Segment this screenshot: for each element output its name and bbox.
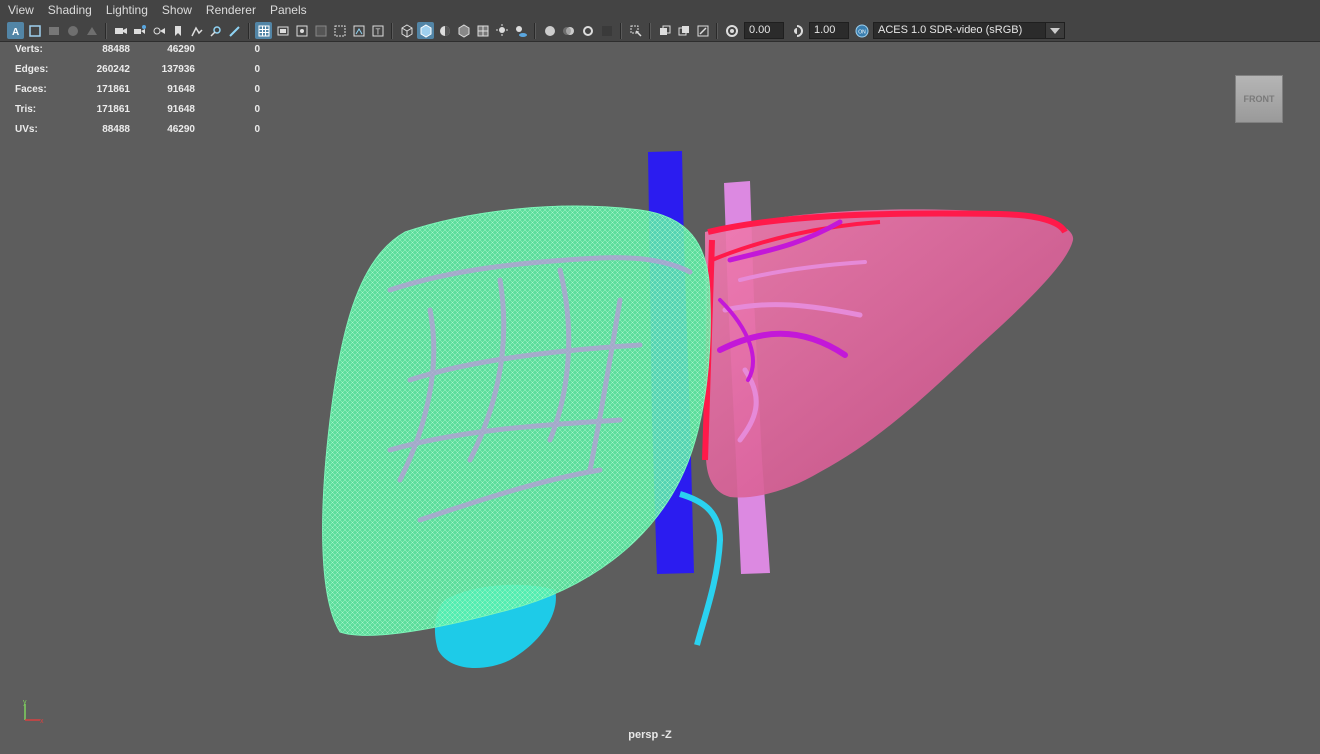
default-material-icon[interactable] xyxy=(436,22,453,39)
hud-value: 46290 xyxy=(167,124,195,135)
hud-label: UVs: xyxy=(15,124,38,135)
hud-row-verts: Verts: 88488 46290 0 xyxy=(15,43,260,63)
hud-label: Faces: xyxy=(15,84,47,95)
hud-value: 171861 xyxy=(96,104,130,115)
hud-value: 171861 xyxy=(96,84,130,95)
safe-title-icon[interactable]: T xyxy=(369,22,386,39)
liver-model xyxy=(322,151,1074,669)
axis-gizmo-icon: y x xyxy=(18,698,48,726)
svg-text:ON: ON xyxy=(858,29,866,35)
hud-value: 0 xyxy=(254,104,260,115)
menu-renderer[interactable]: Renderer xyxy=(199,0,263,20)
3d-viewport[interactable] xyxy=(0,43,1320,749)
chevron-down-icon xyxy=(1045,23,1064,38)
resolution-gate-icon[interactable] xyxy=(293,22,310,39)
hud-value: 0 xyxy=(254,64,260,75)
axis-x-label: x xyxy=(40,718,44,725)
toolbar-separator xyxy=(105,22,107,39)
hud-row-uvs: UVs: 88488 46290 0 xyxy=(15,123,260,143)
hud-row-faces: Faces: 171861 91648 0 xyxy=(15,83,260,103)
motion-blur-icon[interactable] xyxy=(560,22,577,39)
xray-joints-icon[interactable] xyxy=(675,22,692,39)
gate-mask-icon[interactable] xyxy=(312,22,329,39)
hud-value: 0 xyxy=(254,124,260,135)
bookmark-flag-icon[interactable] xyxy=(169,22,186,39)
menu-lighting[interactable]: Lighting xyxy=(99,0,155,20)
hud-value: 137936 xyxy=(161,64,195,75)
menu-bar: View Shading Lighting Show Renderer Pane… xyxy=(0,0,1320,20)
grease-pencil-icon[interactable] xyxy=(226,22,243,39)
toolbar-separator xyxy=(248,22,250,39)
menu-show[interactable]: Show xyxy=(155,0,199,20)
toolbar-separator xyxy=(620,22,622,39)
view-transform-value: ACES 1.0 SDR-video (sRGB) xyxy=(878,24,1023,36)
xray-components-icon[interactable] xyxy=(694,22,711,39)
camera-attributes-icon[interactable] xyxy=(150,22,167,39)
grid-icon[interactable] xyxy=(255,22,272,39)
toolbar-separator xyxy=(716,22,718,39)
camera-name-label: persp -Z xyxy=(628,729,672,741)
hud-value: 0 xyxy=(254,44,260,55)
panel-toolbar: A T 0.00 1.00 ON ACES 1.0 SDR-video (sRG… xyxy=(0,20,1320,42)
gamma-icon[interactable] xyxy=(788,22,805,39)
camera-lock-icon[interactable] xyxy=(131,22,148,39)
gamma-field[interactable]: 1.00 xyxy=(809,22,849,39)
image-plane-icon[interactable] xyxy=(83,22,100,39)
wireframe-icon[interactable] xyxy=(398,22,415,39)
menu-panels[interactable]: Panels xyxy=(263,0,314,20)
menu-view[interactable]: View xyxy=(0,0,41,20)
hud-row-edges: Edges: 260242 137936 0 xyxy=(15,63,260,83)
hud-value: 88488 xyxy=(102,124,130,135)
hud-value: 91648 xyxy=(167,104,195,115)
2d-pan-zoom-icon[interactable] xyxy=(207,22,224,39)
screen-space-ao-icon[interactable] xyxy=(541,22,558,39)
hud-value: 46290 xyxy=(167,44,195,55)
toolbar-separator xyxy=(649,22,651,39)
isolate-select-icon[interactable] xyxy=(627,22,644,39)
wireframe-on-shaded-icon[interactable] xyxy=(455,22,472,39)
poly-count-hud: Verts: 88488 46290 0 Edges: 260242 13793… xyxy=(15,43,260,143)
view-cube[interactable]: FRONT xyxy=(1235,75,1283,123)
camera-icon[interactable] xyxy=(112,22,129,39)
axis-y-label: y xyxy=(23,699,27,706)
hud-row-tris: Tris: 171861 91648 0 xyxy=(15,103,260,123)
hud-value: 0 xyxy=(254,84,260,95)
smooth-shade-icon[interactable] xyxy=(417,22,434,39)
sphere-icon[interactable] xyxy=(64,22,81,39)
anti-aliasing-icon[interactable] xyxy=(579,22,596,39)
exposure-field[interactable]: 0.00 xyxy=(744,22,784,39)
shadows-icon[interactable] xyxy=(512,22,529,39)
liver-right-lobe xyxy=(322,205,711,636)
menu-shading[interactable]: Shading xyxy=(41,0,99,20)
color-management-toggle-icon[interactable]: ON xyxy=(853,22,870,39)
svg-text:A: A xyxy=(12,27,19,38)
hud-value: 260242 xyxy=(96,64,130,75)
hud-label: Tris: xyxy=(15,104,37,115)
hud-label: Verts: xyxy=(15,44,43,55)
textured-icon[interactable] xyxy=(474,22,491,39)
view-cube-label: FRONT xyxy=(1243,94,1275,104)
frame-all-icon[interactable] xyxy=(26,22,43,39)
depth-of-field-icon[interactable] xyxy=(598,22,615,39)
safe-action-icon[interactable] xyxy=(350,22,367,39)
field-chart-icon[interactable] xyxy=(331,22,348,39)
film-gate-icon[interactable] xyxy=(274,22,291,39)
bookmark-icon[interactable] xyxy=(45,22,62,39)
svg-text:T: T xyxy=(375,27,380,36)
toolbar-separator xyxy=(391,22,393,39)
image-plane-toggle-icon[interactable] xyxy=(188,22,205,39)
exposure-icon[interactable] xyxy=(723,22,740,39)
hud-value: 91648 xyxy=(167,84,195,95)
toolbar-separator xyxy=(534,22,536,39)
view-transform-select[interactable]: ACES 1.0 SDR-video (sRGB) xyxy=(873,22,1065,39)
hud-label: Edges: xyxy=(15,64,49,75)
select-camera-icon[interactable]: A xyxy=(7,22,24,39)
xray-icon[interactable] xyxy=(656,22,673,39)
lighting-icon[interactable] xyxy=(493,22,510,39)
hud-value: 88488 xyxy=(102,44,130,55)
